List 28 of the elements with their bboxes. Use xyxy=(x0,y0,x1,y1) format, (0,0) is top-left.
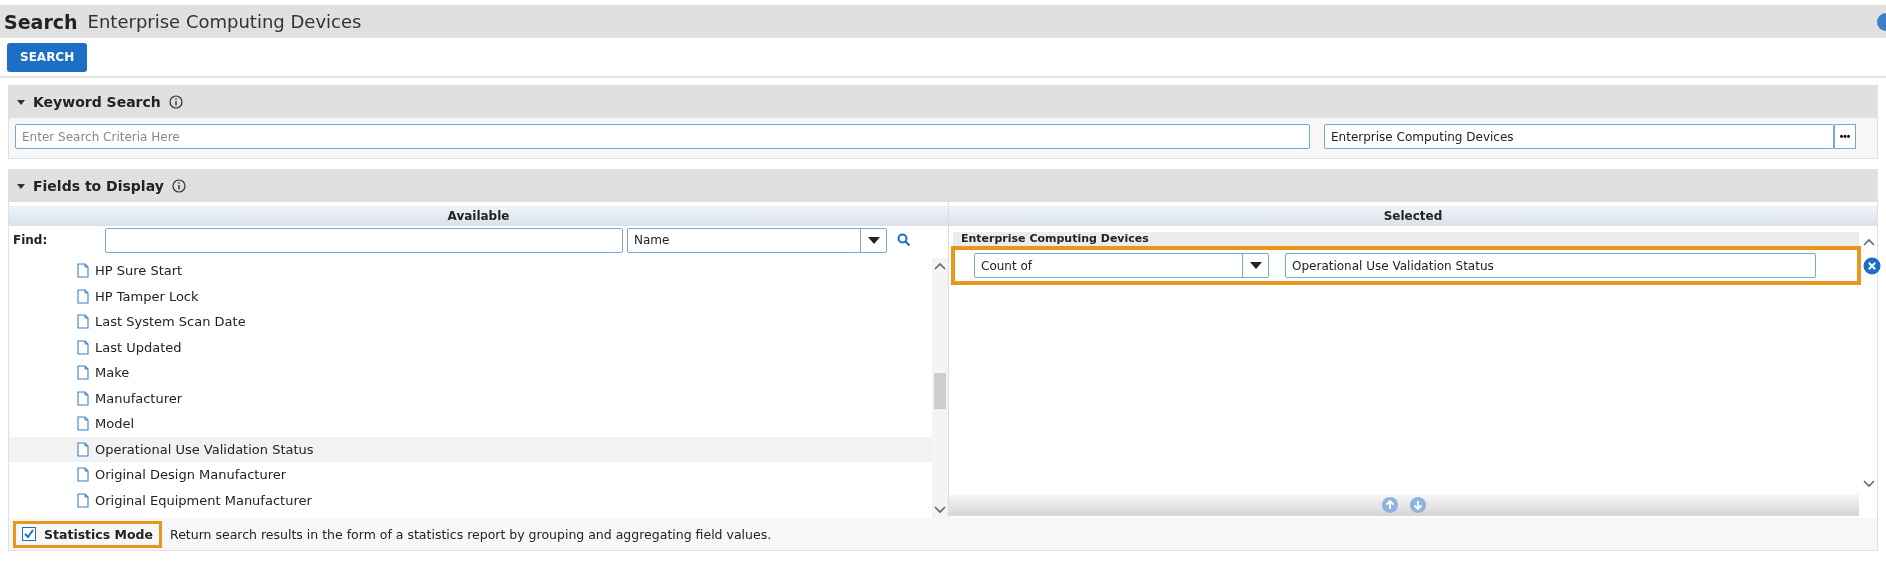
find-by-dropdown[interactable]: Name xyxy=(627,227,887,253)
statistics-description: Return search results in the form of a statistics report by grouping and aggregating field values. xyxy=(170,526,772,542)
page-title: Search xyxy=(4,10,78,33)
group-header: Enterprise Computing Devices xyxy=(953,232,1859,246)
field-label: Original Design Manufacturer xyxy=(95,467,287,483)
find-label: Find: xyxy=(13,233,49,247)
field-label: Original Equipment Manufacturer xyxy=(95,492,312,508)
field-label: Model xyxy=(95,416,135,432)
section-title: Keyword Search xyxy=(33,94,161,110)
search-button[interactable]: SEARCH xyxy=(7,42,88,72)
field-label: Operational Use Validation Status xyxy=(95,441,314,457)
field-label: HP Tamper Lock xyxy=(95,288,199,304)
statistics-mode-checkbox[interactable]: Statistics Mode xyxy=(13,520,163,548)
search-scope-field[interactable]: Enterprise Computing Devices xyxy=(1324,124,1834,149)
page-subtitle: Enterprise Computing Devices xyxy=(87,11,362,32)
column-header: Selected xyxy=(949,206,1877,226)
field-name-field[interactable]: Operational Use Validation Status xyxy=(1285,253,1816,278)
section-title: Fields to Display xyxy=(33,178,164,194)
search-criteria-field[interactable]: Enter Search Criteria Here xyxy=(15,124,1310,149)
field-item[interactable]: Operational Use Validation Status xyxy=(9,436,932,462)
field-label: HP Sure Start xyxy=(95,263,183,279)
field-label: Manufacturer xyxy=(95,390,183,406)
column-header: Available xyxy=(9,206,948,226)
field-label: Make xyxy=(95,365,130,381)
browse-button[interactable]: ••• xyxy=(1834,124,1856,149)
field-label: Last System Scan Date xyxy=(95,314,246,330)
field-label: Last Updated xyxy=(95,339,182,355)
aggregate-dropdown[interactable]: Count of xyxy=(974,253,1269,278)
